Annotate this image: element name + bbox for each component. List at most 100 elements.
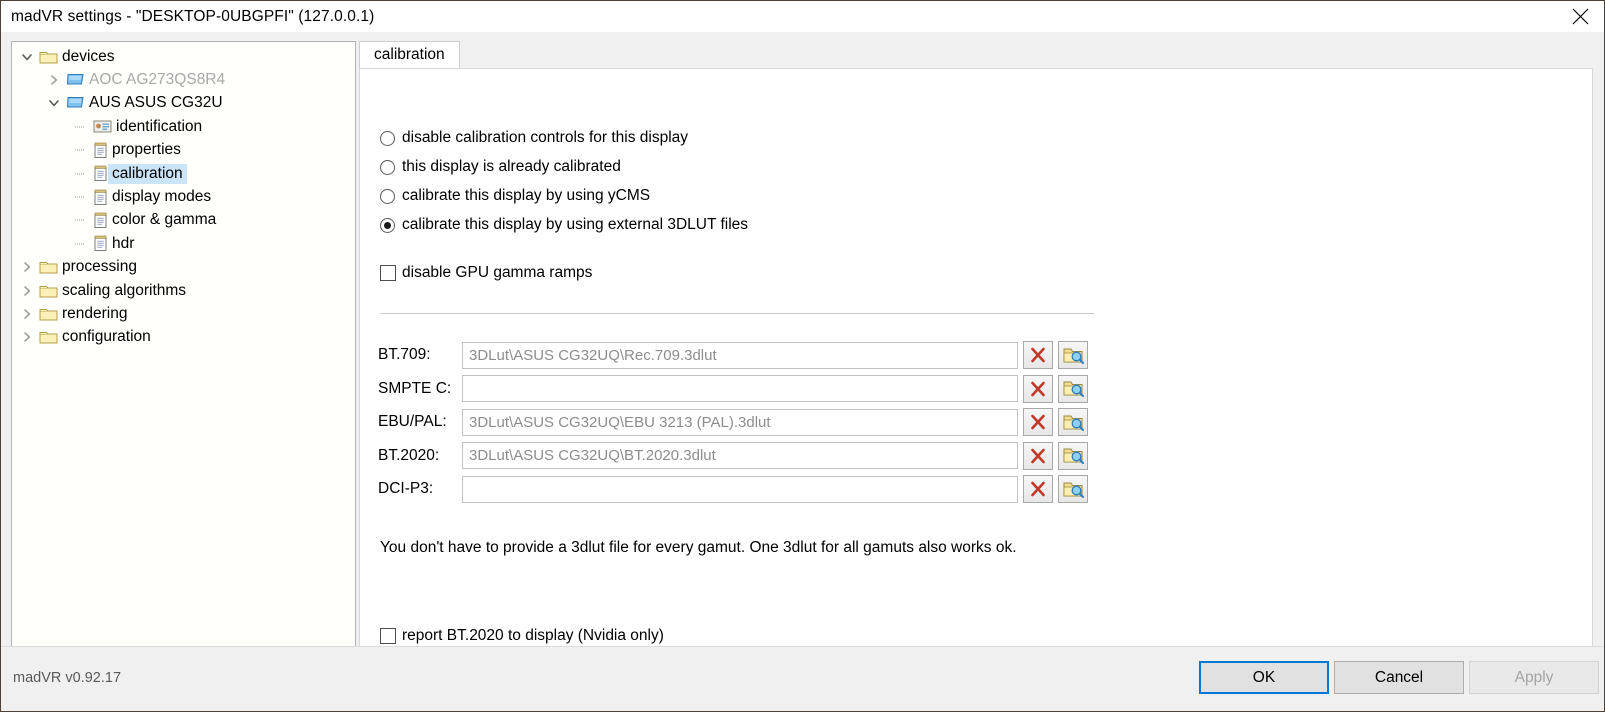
- checkbox-indicator: [380, 628, 396, 644]
- close-icon[interactable]: [1556, 1, 1604, 32]
- checkbox-label: report BT.2020 to display (Nvidia only): [402, 627, 664, 644]
- browse-button-bt709[interactable]: [1058, 341, 1088, 369]
- chevron-down-icon[interactable]: [45, 92, 62, 115]
- tree-item-label: processing: [62, 258, 137, 276]
- clear-button-dci-p3[interactable]: [1023, 475, 1053, 503]
- lut-path-input-smpte-c[interactable]: [462, 375, 1018, 402]
- lut-label: EBU/PAL:: [378, 413, 447, 430]
- browse-button-dci-p3[interactable]: [1058, 475, 1088, 503]
- tree-leaf-connector: [72, 139, 89, 162]
- browse-button-smpte-c[interactable]: [1058, 374, 1088, 403]
- tree-item-processing[interactable]: processing: [12, 256, 355, 279]
- radio-label: this display is already calibrated: [402, 158, 621, 175]
- tree-item-label: display modes: [112, 188, 212, 206]
- client-area: devices AOC AG273QS8R4 AUS ASUS CG32U id…: [1, 32, 1604, 670]
- lut-label: BT.709:: [378, 346, 431, 363]
- checkbox-disable-gpu-gamma-ramps[interactable]: disable GPU gamma ramps: [380, 264, 592, 282]
- clear-button-bt2020[interactable]: [1023, 441, 1053, 470]
- lut-label: DCI-P3:: [378, 480, 434, 497]
- tree-item-display-modes[interactable]: display modes: [12, 185, 355, 208]
- clear-button-smpte-c[interactable]: [1023, 374, 1053, 403]
- chevron-down-icon[interactable]: [18, 45, 35, 68]
- tree-item-rendering[interactable]: rendering: [12, 302, 355, 325]
- display-icon: [66, 95, 85, 111]
- clear-button-ebupal[interactable]: [1023, 408, 1053, 436]
- cancel-button-label: Cancel: [1374, 668, 1424, 686]
- tree-leaf-connector: [72, 186, 89, 209]
- radio-already-calibrated[interactable]: this display is already calibrated: [380, 158, 621, 176]
- folder-icon: [39, 283, 58, 299]
- tree-leaf-connector: [72, 162, 89, 185]
- chevron-right-icon[interactable]: [45, 69, 62, 92]
- lut-note: You don't have to provide a 3dlut file f…: [380, 539, 1017, 556]
- chevron-right-icon[interactable]: [18, 302, 35, 325]
- lut-row-dci-p3: DCI-P3:: [378, 475, 1088, 503]
- browse-button-bt2020[interactable]: [1058, 441, 1088, 470]
- tree-item-aus-asus-cg32u[interactable]: AUS ASUS CG32U: [12, 92, 355, 115]
- settings-tree[interactable]: devices AOC AG273QS8R4 AUS ASUS CG32U id…: [11, 41, 356, 670]
- tree-item-label: rendering: [62, 304, 128, 322]
- tree-item-label: hdr: [112, 234, 135, 252]
- tree-item-scaling-algorithms[interactable]: scaling algorithms: [12, 279, 355, 302]
- cancel-button[interactable]: Cancel: [1334, 661, 1464, 694]
- display-icon: [66, 72, 85, 88]
- title-bar: madVR settings - "DESKTOP-0UBGPFI" (127.…: [1, 1, 1604, 32]
- tree-item-label: identification: [116, 117, 203, 135]
- lut-path-input-bt2020[interactable]: [462, 442, 1018, 469]
- tree-item-configuration[interactable]: configuration: [12, 326, 355, 349]
- chevron-right-icon[interactable]: [18, 326, 35, 349]
- checkbox-label: disable GPU gamma ramps: [402, 264, 593, 281]
- radio-indicator: [380, 130, 395, 146]
- radio-indicator-selected: [380, 217, 395, 233]
- tree-leaf-connector: [72, 232, 89, 255]
- radio-disable-calibration-controls[interactable]: disable calibration controls for this di…: [380, 129, 688, 147]
- lut-path-input-ebupal[interactable]: [462, 408, 1018, 436]
- tree-leaf-connector: [72, 209, 89, 232]
- folder-icon: [39, 329, 58, 345]
- folder-icon: [39, 306, 58, 322]
- lut-path-input-dci-p3[interactable]: [462, 475, 1018, 503]
- tree-item-label: calibration: [108, 163, 187, 184]
- tree-leaf-connector: [72, 115, 89, 138]
- page-icon: [93, 189, 108, 206]
- ok-button-label: OK: [1252, 668, 1276, 686]
- lut-label: BT.2020:: [378, 446, 440, 464]
- id-card-icon: [93, 119, 112, 134]
- tree-item-label: AOC AG273QS8R4: [89, 71, 226, 89]
- page-icon: [93, 165, 108, 182]
- radio-calibrate-using-3dlut[interactable]: calibrate this display by using external…: [380, 216, 748, 234]
- ok-button[interactable]: OK: [1199, 661, 1329, 694]
- checkbox-report-bt2020[interactable]: report BT.2020 to display (Nvidia only): [380, 627, 664, 645]
- tree-item-label: configuration: [62, 328, 151, 346]
- dialog-footer: madVR v0.92.17 OK Cancel Apply: [1, 646, 1604, 711]
- radio-label: disable calibration controls for this di…: [402, 129, 689, 146]
- tab-calibration-label: calibration: [374, 46, 445, 63]
- tab-calibration[interactable]: calibration: [359, 41, 460, 68]
- tree-item-properties[interactable]: properties: [12, 139, 355, 162]
- tree-item-label: color & gamma: [112, 211, 217, 229]
- clear-button-bt709[interactable]: [1023, 341, 1053, 369]
- tree-item-devices[interactable]: devices: [12, 45, 355, 68]
- tree-item-label: scaling algorithms: [62, 281, 187, 299]
- tree-item-color-gamma[interactable]: color & gamma: [12, 209, 355, 232]
- chevron-right-icon[interactable]: [18, 279, 35, 302]
- lut-row-bt709: BT.709:: [378, 341, 1088, 369]
- page-icon: [93, 142, 108, 159]
- chevron-right-icon[interactable]: [18, 256, 35, 279]
- lut-path-input-bt709[interactable]: [462, 341, 1018, 369]
- radio-calibrate-using-ycms[interactable]: calibrate this display by using yCMS: [380, 187, 650, 205]
- tree-item-aoc-ag273qs8r4[interactable]: AOC AG273QS8R4: [12, 68, 355, 91]
- version-label: madVR v0.92.17: [13, 670, 122, 686]
- tree-item-calibration[interactable]: calibration: [12, 162, 355, 185]
- tree-item-identification[interactable]: identification: [12, 115, 355, 138]
- tree-item-label: properties: [112, 141, 181, 159]
- tree-item-hdr[interactable]: hdr: [12, 232, 355, 255]
- tab-strip: calibration: [359, 41, 1593, 69]
- browse-button-ebupal[interactable]: [1058, 408, 1088, 436]
- radio-indicator: [380, 159, 395, 175]
